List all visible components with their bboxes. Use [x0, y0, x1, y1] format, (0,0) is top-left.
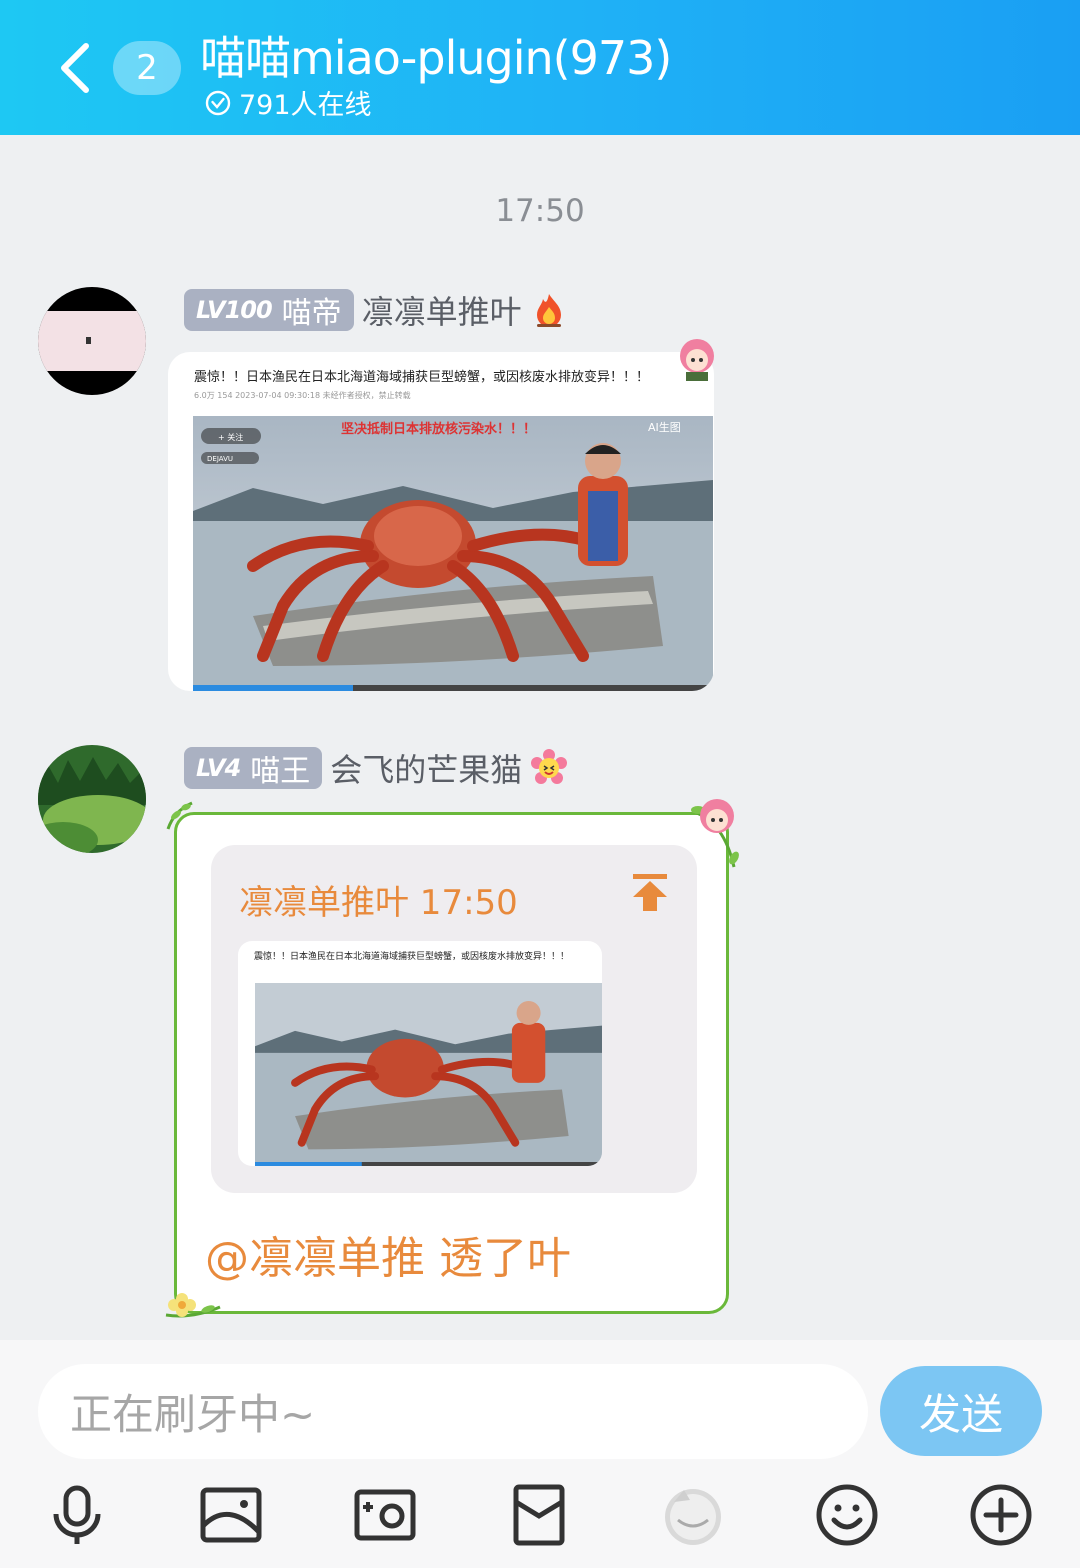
red-packet-icon[interactable] — [506, 1482, 572, 1548]
level-badge: LV4 喵王 — [184, 747, 323, 789]
anime-girl-sticker-icon — [680, 339, 714, 381]
screenshot-meta: 6.0万 154 2023-07-04 09:30:18 未经作者授权，禁止转载 — [194, 391, 411, 400]
rank-title: 喵帝 — [281, 296, 342, 331]
avatar[interactable] — [38, 287, 146, 395]
back-arrow-icon[interactable] — [52, 38, 102, 98]
sender-meta: LV4 喵王 会飞的芒果猫 — [184, 745, 568, 791]
quoted-crab-photo — [255, 983, 602, 1166]
group-title[interactable]: 喵喵miao-plugin(973) — [200, 22, 672, 88]
chat-header: 2 喵喵miao-plugin(973) 791人在线 — [0, 0, 1080, 135]
chat-timestamp: 17:50 — [495, 193, 585, 229]
sender-meta: LV100 喵帝 凛凛单推叶 — [184, 287, 568, 333]
quote-header: 凛凛单推叶 17:50 — [239, 883, 518, 923]
quoted-message-card[interactable]: 凛凛单推叶 17:50 震惊！！日本渔民在日本北海道海域捕获巨型螃蟹，或因核废水… — [211, 845, 697, 1193]
reply-text: @凛凛单推 透了叶 — [205, 1233, 571, 1284]
send-button[interactable]: 发送 — [880, 1366, 1042, 1456]
sticker-icon[interactable] — [660, 1482, 726, 1548]
overlay-caption: 坚决抵制日本排放核污染水！！！ — [341, 421, 536, 437]
screenshot-title: 震惊！！日本渔民在日本北海道海域捕获巨型螃蟹，或因核废水排放变异！！！ — [194, 370, 650, 385]
plus-icon[interactable] — [968, 1482, 1034, 1548]
level-text: LV4 — [196, 754, 241, 782]
fire-icon — [536, 294, 561, 327]
jump-to-quote-icon[interactable] — [629, 871, 671, 913]
music-label: DEJAVU — [207, 455, 233, 463]
quoted-screenshot-title: 震惊！！日本渔民在日本北海道海域捕获巨型螃蟹，或因核废水排放变异！！！ — [254, 952, 570, 962]
online-check-icon — [205, 90, 231, 115]
sender-nickname[interactable]: 凛凛单推叶 — [362, 287, 522, 333]
flower-decoration-icon — [165, 1293, 221, 1318]
microphone-icon[interactable] — [44, 1482, 110, 1548]
level-badge: LV100 喵帝 — [184, 289, 354, 331]
rank-title: 喵王 — [250, 754, 311, 789]
leaf-decoration-icon — [166, 801, 193, 830]
ai-tag: AI生图 — [648, 420, 681, 434]
avatar[interactable] — [38, 745, 146, 853]
online-count-text: 791人在线 — [239, 90, 372, 121]
image-icon[interactable] — [198, 1482, 264, 1548]
quoted-image[interactable]: 震惊！！日本渔民在日本北海道海域捕获巨型螃蟹，或因核废水排放变异！！！ — [238, 941, 602, 1166]
image-message[interactable]: 震惊！！日本渔民在日本北海道海域捕获巨型螃蟹，或因核废水排放变异！！！ 6.0万… — [168, 352, 714, 691]
online-status: 791人在线 — [205, 83, 372, 122]
level-text: LV100 — [196, 296, 273, 324]
follow-label: + 关注 — [218, 432, 243, 442]
camera-icon[interactable] — [352, 1482, 418, 1548]
emoji-icon[interactable] — [814, 1482, 880, 1548]
sender-nickname[interactable]: 会飞的芒果猫 — [330, 745, 522, 791]
flower-emoji-icon — [531, 749, 568, 784]
crab-photo: + 关注 DEJAVU 坚决抵制日本排放核污染水！！！ AI生图 — [193, 416, 713, 691]
message-input[interactable]: 正在刷牙中~ — [38, 1364, 868, 1459]
unread-count-badge[interactable]: 2 — [113, 41, 181, 95]
